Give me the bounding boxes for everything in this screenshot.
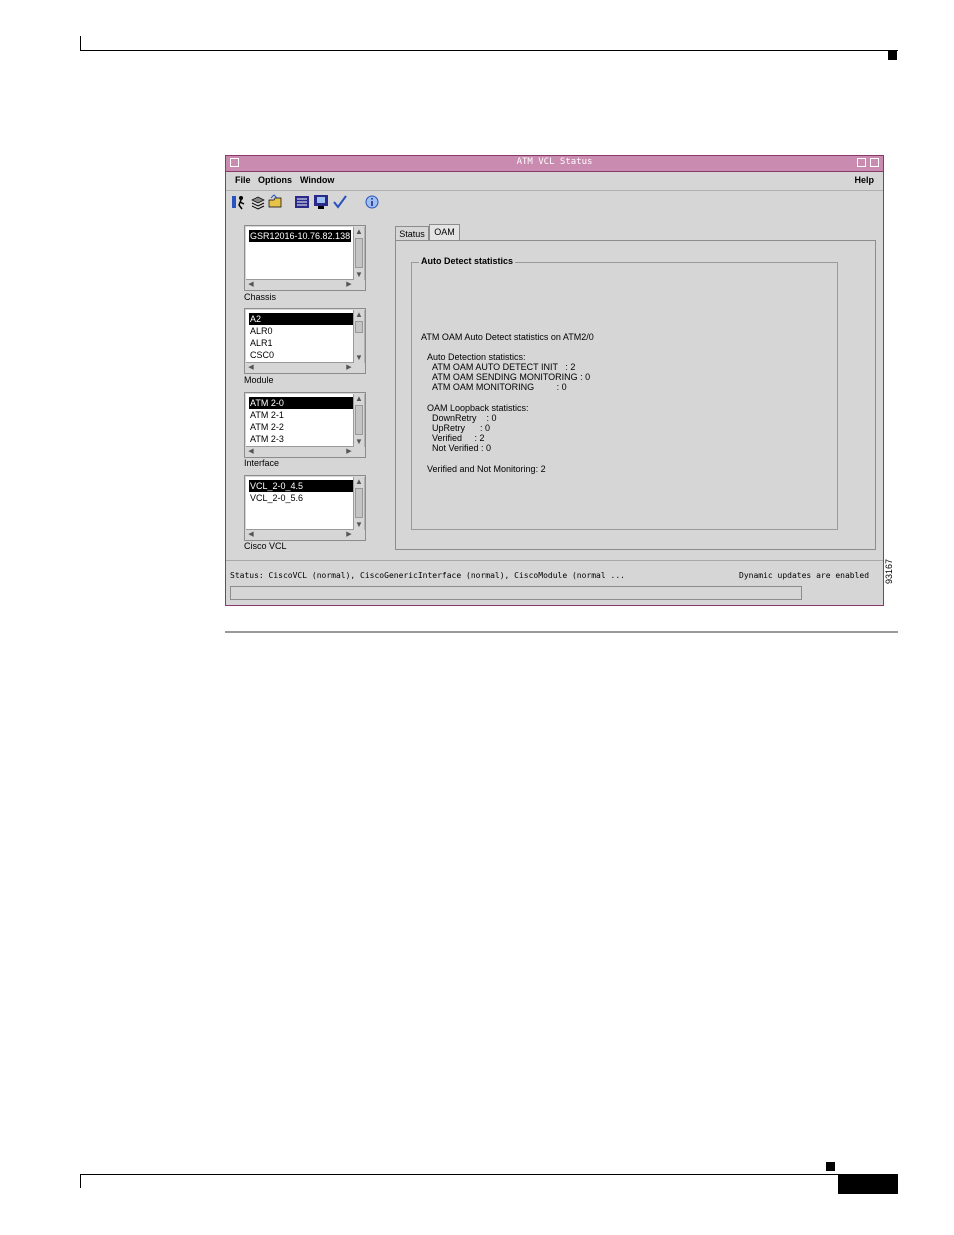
chassis-item[interactable]: GSR12016-10.76.82.138 [249,230,352,242]
list-item[interactable]: CSC0 [249,349,275,361]
list-item[interactable]: ATM 2-3 [249,433,285,445]
loopback-line: UpRetry : 0 [432,423,491,433]
chassis-label: Chassis [244,292,277,302]
header-rule [80,50,898,51]
scroll-down-icon[interactable]: ▼ [354,520,364,530]
scroll-down-icon[interactable]: ▼ [354,353,364,363]
status-text: Status: CiscoVCL (normal), CiscoGenericI… [230,571,625,580]
footer-tick [80,1174,81,1188]
tab-status[interactable]: Status [395,226,429,241]
list-item[interactable]: ALR1 [249,337,274,349]
header-marker [888,51,897,60]
info-icon[interactable] [364,194,380,210]
group-title: Auto Detect statistics [419,256,516,266]
scroll-thumb[interactable] [355,321,363,333]
cisco-vcl-label: Cisco VCL [244,541,287,551]
scroll-up-icon[interactable]: ▲ [354,477,364,487]
maximize-icon[interactable] [870,158,879,167]
scroll-up-icon[interactable]: ▲ [354,394,364,404]
layers-icon[interactable] [250,194,266,210]
cisco-vcl-list[interactable]: VCL_2-0_4.5 VCL_2-0_5.6 ▲ ▼ ◀ ▶ [244,475,366,541]
scroll-left-icon[interactable]: ◀ [246,280,256,289]
minimize-icon[interactable] [857,158,866,167]
title-bar[interactable]: ATM VCL Status [226,156,883,172]
list-item[interactable]: A2 [249,313,361,325]
scroll-right-icon[interactable]: ▶ [344,363,354,372]
list-item[interactable]: ATM 2-2 [249,421,285,433]
figure-number: 93167 [884,558,894,584]
menu-help[interactable]: Help [854,175,874,185]
scroll-thumb[interactable] [355,405,363,435]
menu-window[interactable]: Window [300,175,334,185]
list-item[interactable]: VCL_2-0_4.5 [249,480,361,492]
module-hscroll[interactable]: ◀ ▶ [246,362,354,372]
scroll-up-icon[interactable]: ▲ [354,310,364,320]
module-label: Module [244,375,274,385]
menu-file[interactable]: File [235,175,251,185]
status-separator [226,560,883,561]
oam-panel: Auto Detect statistics ATM OAM Auto Dete… [395,240,876,550]
scroll-thumb[interactable] [355,238,363,268]
figure-rule [225,631,898,633]
auto-detection-line: ATM OAM AUTO DETECT INIT : 2 [432,362,576,372]
loopback-line: DownRetry : 0 [432,413,497,423]
interface-label: Interface [244,458,280,468]
loopback-line: Verified : 2 [432,433,485,443]
checkmark-icon[interactable] [332,194,348,210]
chassis-vscroll[interactable]: ▲ ▼ [353,227,364,280]
loopback-title: OAM Loopback statistics: [427,403,529,413]
monitor-icon[interactable] [313,194,329,210]
footer-marker [826,1162,835,1171]
scroll-thumb[interactable] [355,488,363,518]
window-title: ATM VCL Status [516,157,593,167]
dynamic-updates-text: Dynamic updates are enabled [739,571,870,580]
auto-detection-title: Auto Detection statistics: [427,352,526,362]
chassis-list[interactable]: GSR12016-10.76.82.138 ▲ ▼ ◀ ▶ [244,225,366,291]
status-field [230,586,802,600]
scroll-right-icon[interactable]: ▶ [344,530,354,539]
scroll-left-icon[interactable]: ◀ [246,447,256,456]
cisco-vcl-vscroll[interactable]: ▲ ▼ [353,477,364,530]
scroll-left-icon[interactable]: ◀ [246,530,256,539]
menu-options[interactable]: Options [258,175,292,185]
footer-rule [80,1174,898,1175]
scroll-up-icon[interactable]: ▲ [354,227,364,237]
list-item[interactable]: ALR0 [249,325,274,337]
interface-list[interactable]: ATM 2-0 ATM 2-1 ATM 2-2 ATM 2-3 ▲ ▼ ◀ ▶ [244,392,366,458]
footer-page-tab [838,1175,898,1194]
header-tick [80,36,81,51]
scroll-down-icon[interactable]: ▼ [354,437,364,447]
list-item[interactable]: ATM 2-0 [249,397,361,409]
folder-open-icon[interactable] [268,194,284,210]
module-list[interactable]: A2 ALR0 ALR1 CSC0 ▲ ▼ ◀ ▶ [244,308,366,374]
scroll-left-icon[interactable]: ◀ [246,363,256,372]
cisco-vcl-hscroll[interactable]: ◀ ▶ [246,529,354,539]
list-item[interactable]: VCL_2-0_5.6 [249,492,304,504]
scroll-down-icon[interactable]: ▼ [354,270,364,280]
chassis-hscroll[interactable]: ◀ ▶ [246,279,354,289]
oam-heading: ATM OAM Auto Detect statistics on ATM2/0 [421,332,594,342]
scroll-right-icon[interactable]: ▶ [344,280,354,289]
auto-detection-line: ATM OAM SENDING MONITORING : 0 [432,372,591,382]
summary-line: Verified and Not Monitoring: 2 [427,464,546,474]
list-item[interactable]: ATM 2-1 [249,409,285,421]
loopback-line: Not Verified : 0 [432,443,492,453]
list-icon[interactable] [294,194,310,210]
user-run-icon[interactable] [231,194,247,210]
atm-vcl-status-window: ATM VCL Status File Options Window Help … [225,155,884,606]
interface-hscroll[interactable]: ◀ ▶ [246,446,354,456]
auto-detection-line: ATM OAM MONITORING : 0 [432,382,567,392]
auto-detect-group: Auto Detect statistics ATM OAM Auto Dete… [411,256,838,530]
module-vscroll[interactable]: ▲ ▼ [353,310,364,363]
interface-vscroll[interactable]: ▲ ▼ [353,394,364,447]
menu-bar: File Options Window Help [226,172,883,191]
scroll-right-icon[interactable]: ▶ [344,447,354,456]
tab-oam[interactable]: OAM [429,224,460,241]
